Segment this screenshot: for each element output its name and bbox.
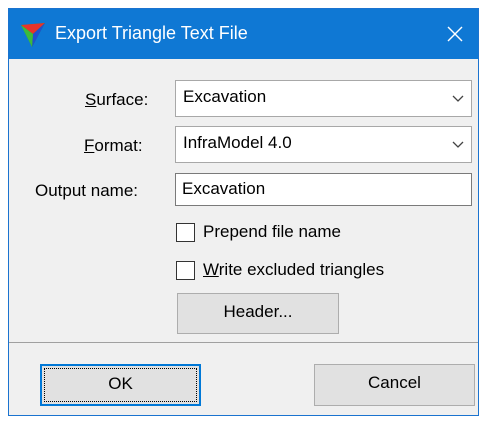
surface-select-value: Excavation (183, 87, 267, 106)
format-select-value: InfraModel 4.0 (183, 133, 292, 152)
title-bar[interactable]: Export Triangle Text File (9, 9, 478, 59)
prepend-file-name-row[interactable]: Prepend file name (176, 222, 396, 244)
format-label-mnemonic: F (84, 136, 95, 155)
ok-button-label: OK (108, 374, 133, 393)
output-name-label: Output name: (35, 181, 139, 200)
header-button-label: Header... (223, 302, 293, 321)
surface-label-text: urface: (96, 90, 149, 109)
footer-separator (9, 342, 478, 343)
write-excluded-triangles-checkbox[interactable] (176, 261, 195, 280)
surface-label-mnemonic: S (85, 90, 97, 109)
write-excluded-mnemonic: W (203, 260, 219, 279)
header-button[interactable]: Header... (177, 293, 339, 334)
format-label: Format: (84, 136, 143, 156)
output-name-field-box[interactable] (175, 173, 472, 206)
write-excluded-text: rite excluded triangles (218, 260, 385, 279)
format-label-text: ormat: (94, 136, 143, 155)
ok-button[interactable]: OK (40, 364, 201, 406)
triangle-app-icon (21, 23, 45, 47)
window-title: Export Triangle Text File (55, 23, 248, 43)
prepend-file-name-label: Prepend file name (203, 222, 341, 241)
surface-select[interactable]: Excavation (175, 80, 472, 117)
surface-label: Surface: (85, 90, 148, 110)
chevron-down-icon (452, 141, 464, 148)
write-excluded-triangles-label: Write excluded triangles (203, 260, 384, 280)
prepend-file-name-checkbox[interactable] (176, 223, 195, 242)
close-button[interactable] (432, 9, 478, 59)
export-triangle-dialog: Export Triangle Text File Surface: Excav… (8, 8, 479, 416)
format-select[interactable]: InfraModel 4.0 (175, 126, 472, 163)
cancel-button-label: Cancel (368, 373, 421, 392)
close-icon (447, 26, 463, 42)
output-name-field[interactable] (182, 179, 462, 199)
write-excluded-triangles-row[interactable]: Write excluded triangles (176, 260, 456, 282)
cancel-button[interactable]: Cancel (314, 364, 475, 406)
chevron-down-icon (452, 95, 464, 102)
